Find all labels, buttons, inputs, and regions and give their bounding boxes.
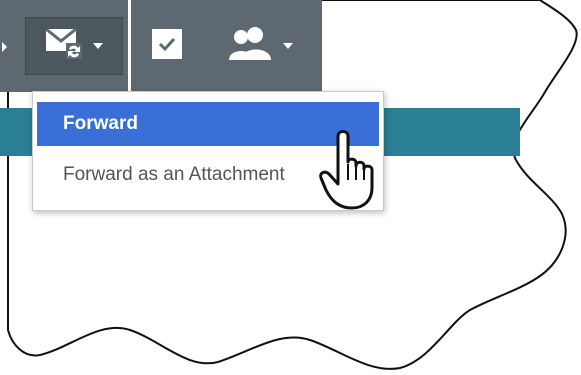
checkbox-checked-icon: [151, 28, 183, 65]
mark-complete-button[interactable]: [144, 18, 190, 74]
assign-contact-button[interactable]: [218, 18, 302, 74]
forward-options-button[interactable]: [25, 17, 123, 75]
menu-item-label: Forward as an Attachment: [63, 164, 285, 185]
chevron-down-icon: [283, 43, 293, 49]
toolbar-separator: [128, 0, 131, 92]
scroll-left-icon[interactable]: [2, 42, 7, 52]
envelope-forward-icon: [45, 27, 83, 66]
toolbar: [0, 0, 322, 92]
person-icon: [227, 26, 273, 67]
chevron-down-icon: [93, 43, 103, 49]
hand-pointer-icon: [319, 130, 374, 210]
menu-item-label: Forward: [63, 113, 138, 134]
